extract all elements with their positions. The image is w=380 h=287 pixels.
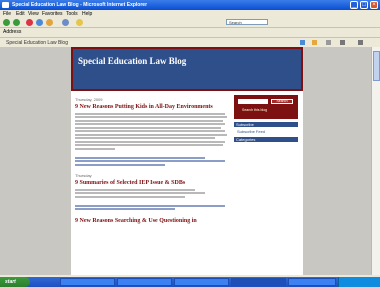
scrollbar-thumb[interactable] — [373, 51, 380, 81]
taskbar-item[interactable] — [117, 278, 172, 286]
post-title[interactable]: 9 New Reasons Putting Kids in All-Day En… — [75, 104, 230, 111]
post-date: Thursday — [75, 173, 92, 178]
home-tab-icon[interactable] — [300, 40, 305, 45]
address-label: Address — [3, 29, 22, 35]
taskbar-item[interactable] — [60, 278, 115, 286]
menu-help[interactable]: Help — [82, 11, 92, 17]
blog-search-button[interactable]: Search — [271, 99, 293, 104]
menu-tools[interactable]: Tools — [66, 11, 78, 17]
page-content: Special Education Law Blog Thursday, 200… — [0, 47, 371, 275]
home-icon[interactable] — [46, 19, 53, 26]
blog-title[interactable]: Special Education Law Blog — [78, 56, 186, 66]
window-title: Special Education Law Blog - Microsoft I… — [12, 2, 148, 8]
ie-icon — [2, 2, 9, 8]
address-bar: Address — [0, 28, 380, 36]
blog-sidebar: Search Search this blog Subscribe Subscr… — [234, 95, 300, 275]
sidebar-heading: Subscribe — [234, 122, 298, 127]
stop-icon[interactable] — [26, 19, 33, 26]
feeds-icon[interactable] — [312, 40, 317, 45]
search-icon[interactable] — [62, 19, 69, 26]
taskbar-item[interactable] — [288, 278, 336, 286]
system-tray-clock — [338, 277, 380, 287]
minimize-button[interactable]: _ — [350, 1, 358, 9]
post-title[interactable]: 9 Summaries of Selected IEP Issue & SDBs — [75, 180, 230, 187]
address-input[interactable] — [22, 29, 62, 35]
taskbar-item-active[interactable] — [231, 278, 286, 286]
favorites-icon[interactable] — [76, 19, 83, 26]
search-label: Search this blog — [242, 108, 268, 112]
post-title[interactable]: 9 New Reasons Searching & Use Questionin… — [75, 218, 230, 225]
sidebar-link[interactable]: Subscribe Feed — [234, 129, 300, 134]
blog-search-input[interactable] — [238, 99, 268, 104]
blog-page: Special Education Law Blog Thursday, 200… — [71, 47, 303, 275]
sidebar-heading: Categories — [234, 137, 298, 143]
window-titlebar: Special Education Law Blog - Microsoft I… — [0, 0, 380, 10]
menu-file[interactable]: File — [3, 11, 11, 17]
close-button[interactable]: × — [370, 1, 378, 9]
menu-favorites[interactable]: Favorites — [42, 11, 63, 17]
toolbar: Search — [0, 18, 380, 28]
back-icon[interactable] — [3, 19, 10, 26]
refresh-icon[interactable] — [36, 19, 43, 26]
maximize-button[interactable]: □ — [360, 1, 368, 9]
forward-icon[interactable] — [13, 19, 20, 26]
search-box: Search Search this blog — [234, 95, 298, 119]
print-icon[interactable] — [326, 40, 331, 45]
blog-main: Thursday, 2009 9 New Reasons Putting Kid… — [75, 95, 230, 275]
toolbar-search-input[interactable]: Search — [226, 19, 268, 25]
start-button[interactable]: start — [0, 277, 30, 287]
tools-menu-icon[interactable] — [358, 40, 363, 45]
menu-view[interactable]: View — [28, 11, 39, 17]
menu-bar: File Edit View Favorites Tools Help — [0, 10, 380, 18]
page-menu-icon[interactable] — [340, 40, 345, 45]
menu-edit[interactable]: Edit — [16, 11, 25, 17]
taskbar: start — [0, 277, 380, 287]
blog-header: Special Education Law Blog — [71, 47, 303, 91]
post-date: Thursday, 2009 — [75, 97, 103, 102]
taskbar-item[interactable] — [174, 278, 229, 286]
vertical-scrollbar[interactable] — [371, 47, 380, 275]
tab-current[interactable]: Special Education Law Blog — [6, 40, 68, 46]
